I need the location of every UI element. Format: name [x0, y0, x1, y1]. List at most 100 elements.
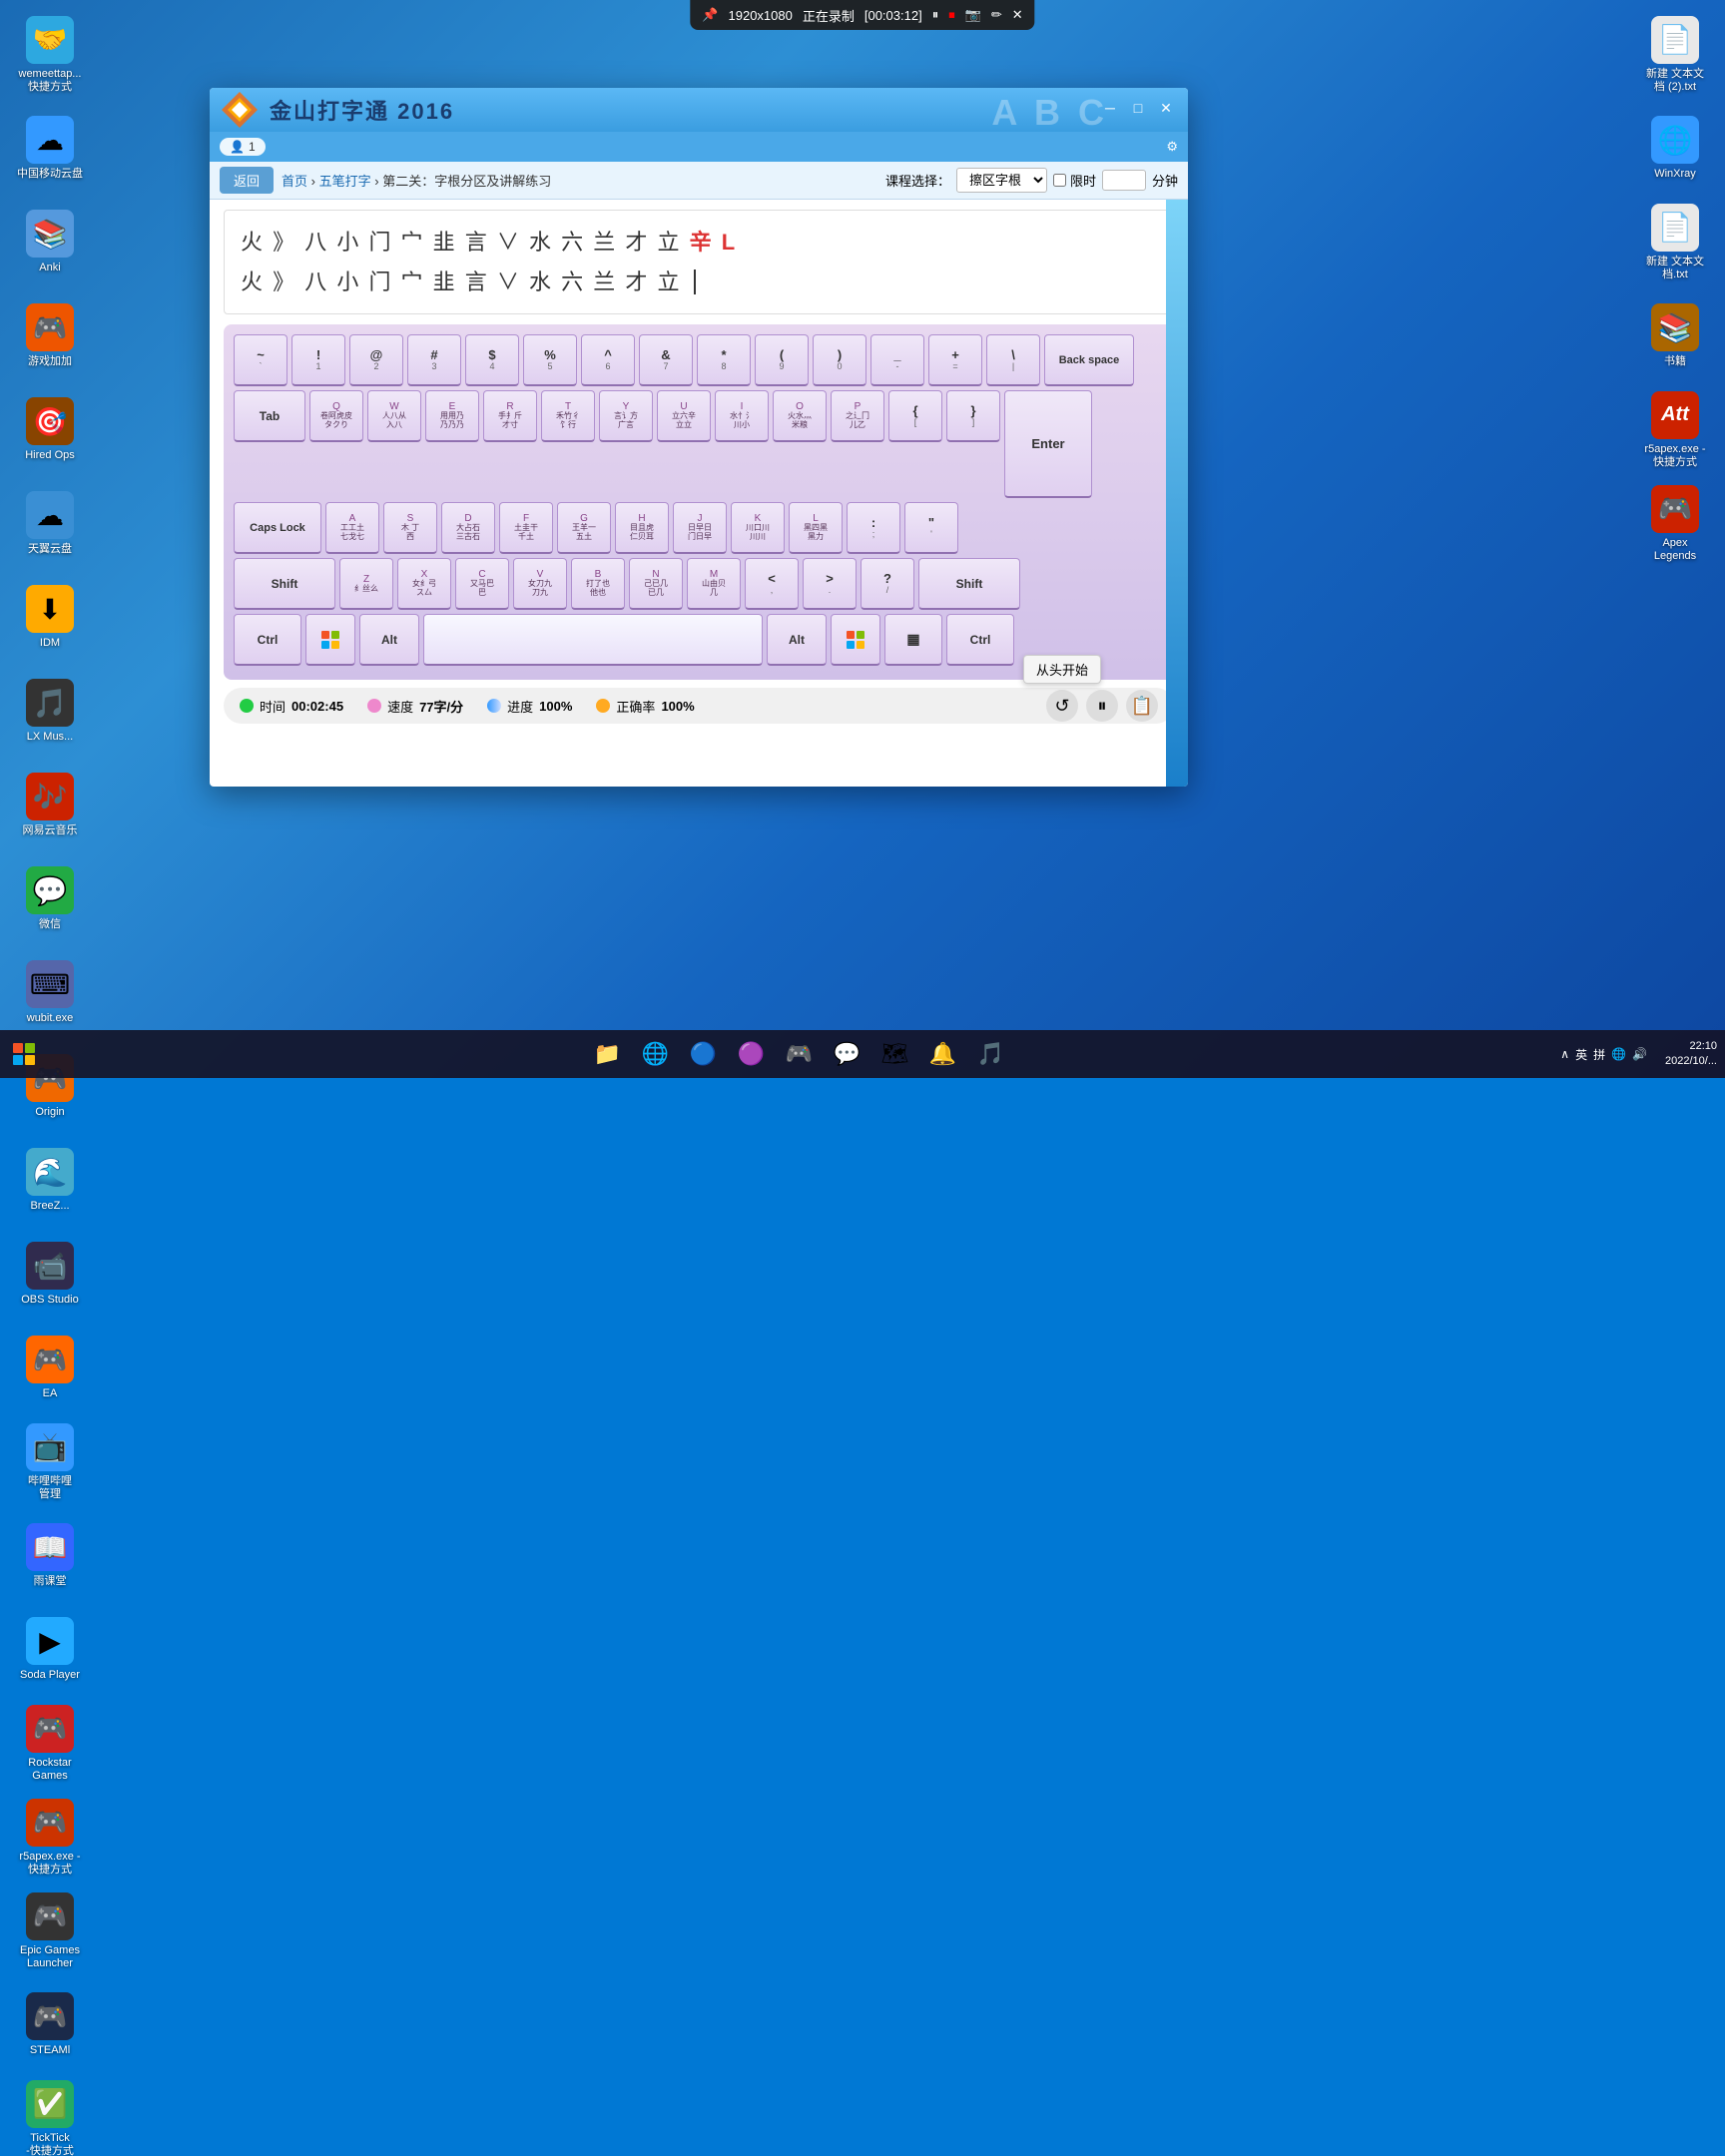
key-l[interactable]: L 黑四黑黑力 — [789, 502, 843, 554]
key-y[interactable]: Y 言讠方广言 — [599, 390, 653, 442]
key-m[interactable]: M 山由贝几 — [687, 558, 741, 610]
breadcrumb-wubi[interactable]: 五笔打字 — [319, 174, 371, 189]
taskbar-app6[interactable]: 💬 — [826, 1032, 869, 1076]
recording-pause-btn[interactable]: ⏸ — [932, 7, 939, 23]
desktop-icon-apex[interactable]: 🎮 ApexLegends — [1635, 479, 1715, 569]
desktop-icon-newtxt2[interactable]: 📄 新建 文本文档 (2).txt — [1635, 10, 1715, 100]
desktop-icon-yulike[interactable]: 📖 雨课堂 — [10, 1511, 90, 1601]
key-4[interactable]: $4 — [465, 334, 519, 386]
taskbar-chrome[interactable]: 🌐 — [634, 1032, 678, 1076]
start-button[interactable] — [0, 1030, 48, 1078]
key-n[interactable]: N 己已几已几 — [629, 558, 683, 610]
desktop-icon-ea[interactable]: 🎮 EA — [10, 1324, 90, 1413]
restart-button[interactable]: ↺ 从头开始 — [1046, 690, 1078, 722]
key-9[interactable]: (9 — [755, 334, 809, 386]
desktop-icon-chinamobile[interactable]: ☁ 中国移动云盘 — [10, 104, 90, 194]
desktop-icon-obs[interactable]: 📹 OBS Studio — [10, 1230, 90, 1320]
key-fn[interactable]: ▦ — [884, 614, 942, 666]
key-capslock[interactable]: Caps Lock — [234, 502, 321, 554]
taskbar-app8[interactable]: 🔔 — [921, 1032, 965, 1076]
key-r[interactable]: R 手扌斤才寸 — [483, 390, 537, 442]
desktop-icon-ticktick[interactable]: ✅ TickTick-快捷方式 — [10, 2074, 90, 2156]
key-alt-right[interactable]: Alt — [767, 614, 827, 666]
desktop-icon-weixin[interactable]: 💬 微信 — [10, 854, 90, 944]
back-button[interactable]: 返回 — [220, 167, 274, 194]
copy-button[interactable]: 📋 — [1126, 690, 1158, 722]
key-i[interactable]: I 水忄氵川小 — [715, 390, 769, 442]
key-d[interactable]: D 大占石三古石 — [441, 502, 495, 554]
key-8[interactable]: *8 — [697, 334, 751, 386]
key-space[interactable] — [423, 614, 763, 666]
key-win-right[interactable] — [831, 614, 880, 666]
key-backspace[interactable]: Back space — [1044, 334, 1134, 386]
recording-stop-btn[interactable]: ⏹ — [948, 7, 955, 23]
taskbar-file-explorer[interactable]: 📁 — [586, 1032, 630, 1076]
key-a[interactable]: A 工工土七戈七 — [325, 502, 379, 554]
recording-close-btn[interactable]: ✕ — [1012, 7, 1023, 23]
key-rbracket[interactable]: } ] — [946, 390, 1000, 442]
key-z[interactable]: Z 纟丝么 — [339, 558, 393, 610]
desktop-icon-att[interactable]: Att r5apex.exe -快捷方式 — [1635, 385, 1715, 475]
desktop-icon-bilibili[interactable]: 📺 哔哩哔哩管理 — [10, 1417, 90, 1507]
recording-pen-btn[interactable]: ✏ — [991, 7, 1002, 23]
desktop-icon-anki[interactable]: 📚 Anki — [10, 198, 90, 287]
key-g[interactable]: G 王羊一五土 — [557, 502, 611, 554]
pause-button[interactable]: ⏸ — [1086, 690, 1118, 722]
breadcrumb-home[interactable]: 首页 — [282, 174, 307, 189]
desktop-icon-youxijiahao[interactable]: 🎮 游戏加加 — [10, 291, 90, 381]
key-ctrl-left[interactable]: Ctrl — [234, 614, 301, 666]
key-f[interactable]: F 土圭干千土 — [499, 502, 553, 554]
desktop-icon-r5apex[interactable]: 🎮 r5apex.exe -快捷方式 — [10, 1793, 90, 1883]
key-v[interactable]: V 女刀九刀九 — [513, 558, 567, 610]
desktop-icon-breez[interactable]: 🌊 BreeZ... — [10, 1136, 90, 1226]
key-j[interactable]: J 日早日门日早 — [673, 502, 727, 554]
tray-network[interactable]: 🌐 — [1611, 1047, 1626, 1061]
key-win-left[interactable] — [305, 614, 355, 666]
desktop-icon-hiredops[interactable]: 🎯 Hired Ops — [10, 385, 90, 475]
key-backslash[interactable]: \| — [986, 334, 1040, 386]
key-w[interactable]: W 人八从入八 — [367, 390, 421, 442]
key-2[interactable]: @2 — [349, 334, 403, 386]
key-tilde[interactable]: ~` — [234, 334, 288, 386]
close-button[interactable]: ✕ — [1154, 96, 1178, 120]
key-h[interactable]: H 目且虎仁贝耳 — [615, 502, 669, 554]
settings-icon[interactable]: ⚙ — [1166, 139, 1178, 155]
key-period[interactable]: > . — [803, 558, 857, 610]
time-limit-input[interactable] — [1102, 170, 1146, 191]
key-e[interactable]: E 用用乃乃乃乃 — [425, 390, 479, 442]
taskbar-app4[interactable]: 🟣 — [730, 1032, 774, 1076]
key-comma[interactable]: < , — [745, 558, 799, 610]
key-k[interactable]: K 川口川川川 — [731, 502, 785, 554]
desktop-icon-wemeettap[interactable]: 🤝 wemeettap...快捷方式 — [10, 10, 90, 100]
desktop-icon-sodaplayer[interactable]: ▶ Soda Player — [10, 1605, 90, 1695]
key-equals[interactable]: += — [928, 334, 982, 386]
key-enter[interactable]: Enter — [1004, 390, 1092, 498]
key-7[interactable]: &7 — [639, 334, 693, 386]
key-0[interactable]: )0 — [813, 334, 866, 386]
taskbar-clock[interactable]: 22:10 2022/10/... — [1657, 1039, 1725, 1070]
key-o[interactable]: O 火水灬米粮 — [773, 390, 827, 442]
tray-ime-pin[interactable]: 拼 — [1593, 1046, 1605, 1063]
time-limit-checkbox[interactable] — [1053, 174, 1066, 187]
tray-volume[interactable]: 🔊 — [1632, 1047, 1647, 1061]
desktop-icon-wangyi[interactable]: 🎶 网易云音乐 — [10, 761, 90, 850]
key-6[interactable]: ^6 — [581, 334, 635, 386]
key-semicolon[interactable]: : ; — [847, 502, 900, 554]
recording-camera-btn[interactable]: 📷 — [965, 7, 981, 23]
desktop-icon-books[interactable]: 📚 书籍 — [1635, 291, 1715, 381]
key-c[interactable]: C 又马巴巴 — [455, 558, 509, 610]
minimize-button[interactable]: ─ — [1098, 96, 1122, 120]
key-alt-left[interactable]: Alt — [359, 614, 419, 666]
taskbar-edge[interactable]: 🔵 — [682, 1032, 726, 1076]
course-select[interactable]: 擦区字根 — [956, 168, 1047, 193]
key-minus[interactable]: _- — [870, 334, 924, 386]
key-ctrl-right[interactable]: Ctrl — [946, 614, 1014, 666]
key-slash[interactable]: ? / — [861, 558, 914, 610]
taskbar-music[interactable]: 🎵 — [969, 1032, 1013, 1076]
key-lbracket[interactable]: { [ — [888, 390, 942, 442]
key-shift-left[interactable]: Shift — [234, 558, 335, 610]
desktop-icon-newtxt[interactable]: 📄 新建 文本文档.txt — [1635, 198, 1715, 287]
key-shift-right[interactable]: Shift — [918, 558, 1020, 610]
tray-ime-en[interactable]: 英 — [1575, 1046, 1587, 1063]
desktop-icon-idm[interactable]: ⬇ IDM — [10, 573, 90, 663]
